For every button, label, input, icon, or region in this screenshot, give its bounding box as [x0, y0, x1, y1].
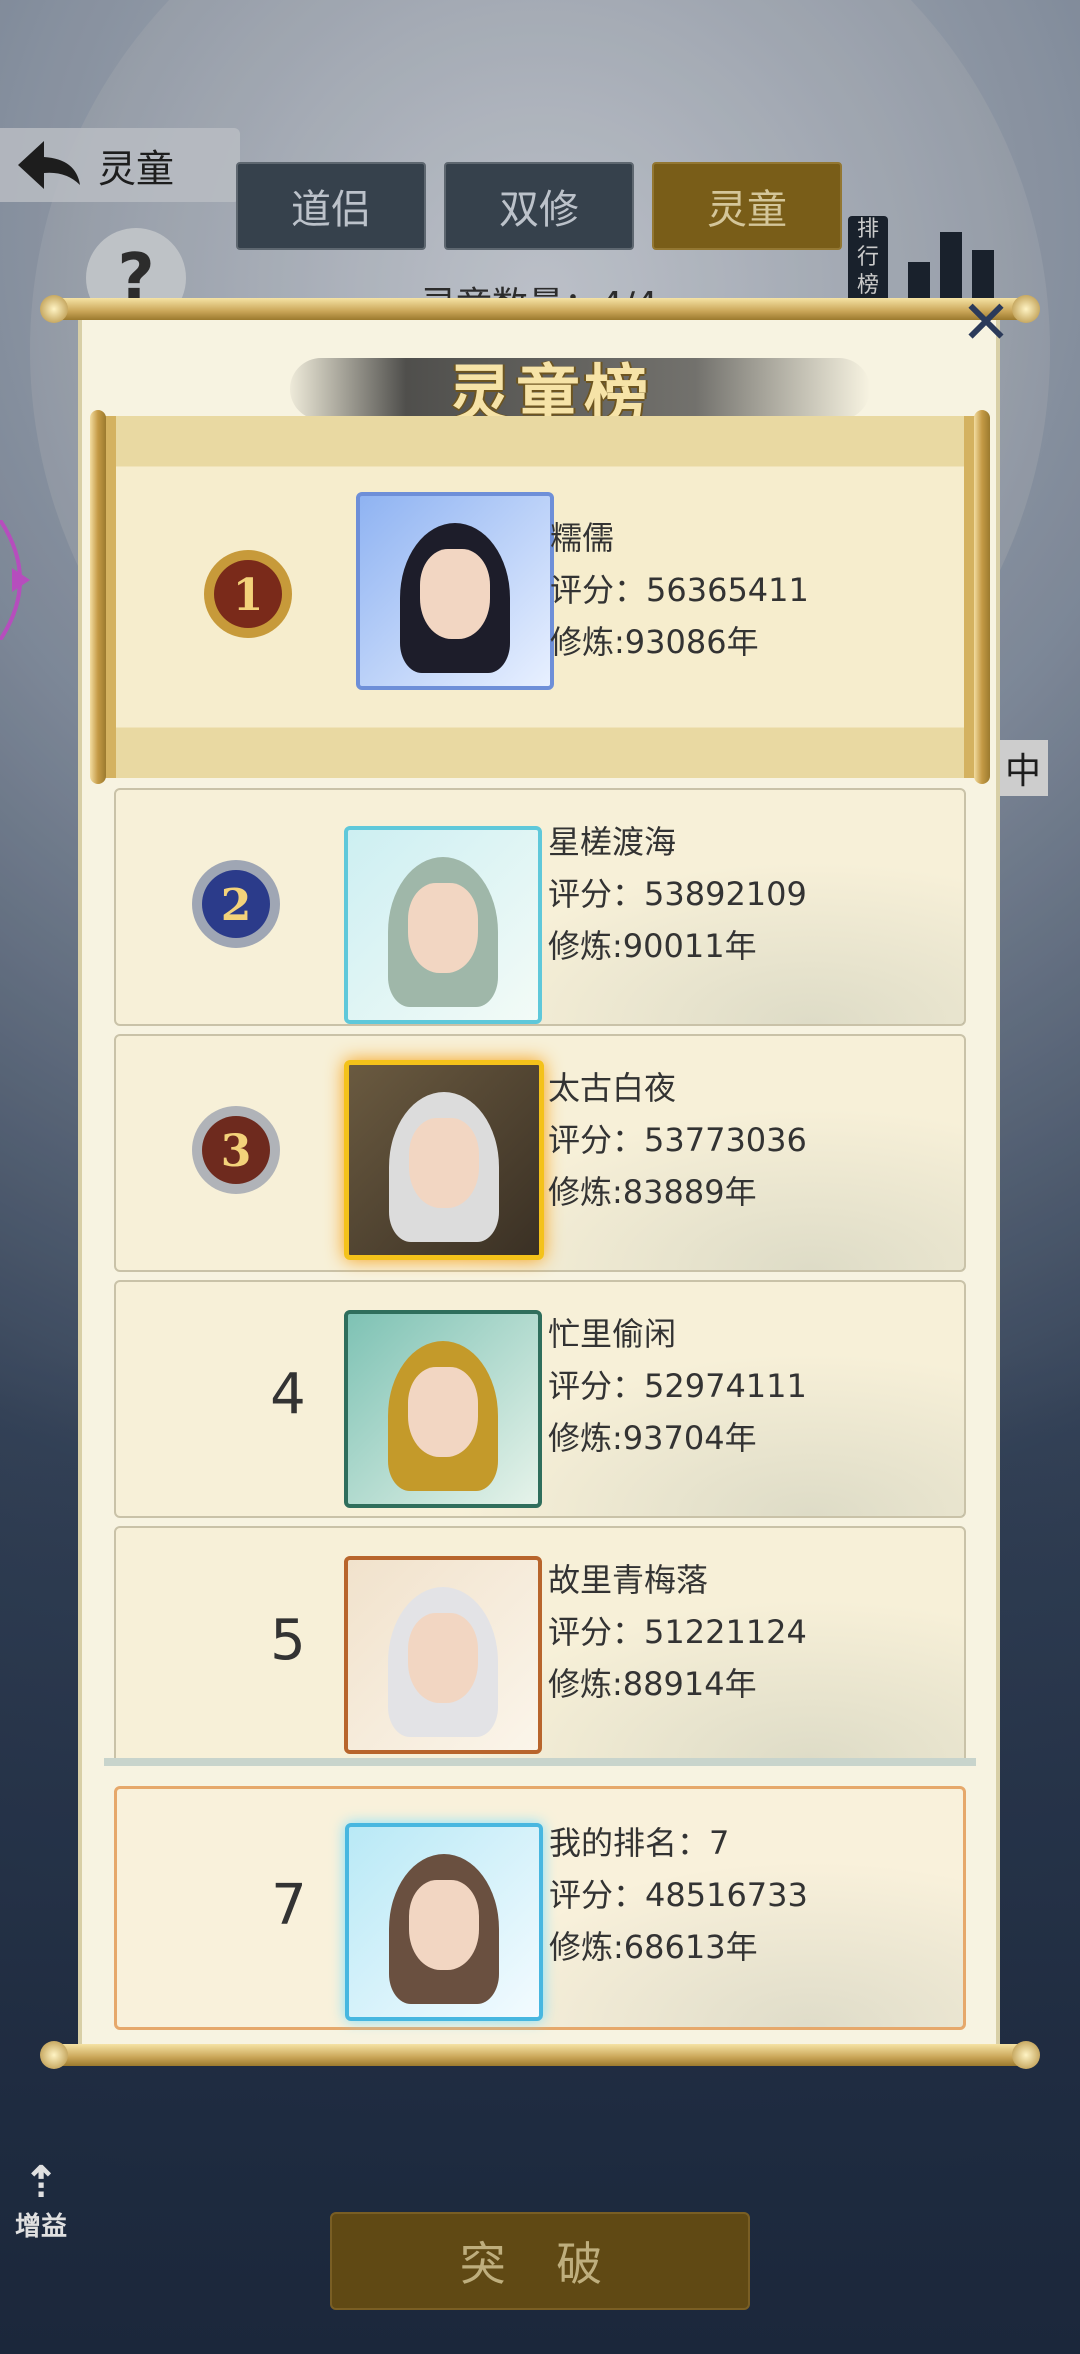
rank-number: 5	[270, 1608, 306, 1673]
player-avatar[interactable]	[344, 1556, 542, 1754]
avatar-face	[420, 549, 490, 640]
avatar-face	[409, 1118, 479, 1209]
player-avatar[interactable]	[356, 492, 554, 690]
player-avatar[interactable]	[344, 1310, 542, 1508]
player-cultivation: 修炼:93704年	[548, 1419, 757, 1457]
player-name: 忙里偷闲	[548, 1315, 677, 1353]
silver-blue-medal-icon: 2	[192, 860, 280, 948]
silver-red-medal-icon: 3	[192, 1106, 280, 1194]
player-cultivation: 修炼:90011年	[548, 927, 757, 965]
player-name: 星槎渡海	[548, 823, 677, 861]
player-cultivation: 修炼:93086年	[550, 623, 759, 661]
player-cultivation: 修炼:88914年	[548, 1665, 757, 1703]
scroll-rod-bottom	[44, 2044, 1036, 2066]
player-score: 评分：52974111	[548, 1367, 807, 1405]
my-ranking-entry[interactable]: 7 我的排名：7 评分：48516733 修炼:68613年	[114, 1786, 966, 2030]
player-cultivation: 修炼:83889年	[548, 1173, 757, 1211]
medal-number: 3	[221, 1126, 252, 1177]
ranking-entry[interactable]: 4 忙里偷闲 评分：52974111 修炼:93704年	[114, 1280, 966, 1518]
player-name: 故里青梅落	[548, 1561, 709, 1599]
rank-number: 4	[270, 1362, 306, 1427]
rod-knob	[40, 295, 68, 323]
my-rank-label: 我的排名：7	[549, 1824, 730, 1862]
avatar-face	[408, 1367, 478, 1458]
ranking-entry[interactable]: 5 故里青梅落 评分：51221124 修炼:88914年	[114, 1526, 966, 1764]
entry-info: 太古白夜 评分：53773036 修炼:83889年	[548, 1062, 807, 1218]
ranking-entry-first[interactable]: 1 糯儒 评分：56365411 修炼:93086年	[90, 410, 990, 784]
entry-info: 忙里偷闲 评分：52974111 修炼:93704年	[548, 1308, 807, 1464]
scroll-rod-right	[974, 410, 990, 784]
my-rank-number: 7	[271, 1873, 307, 1938]
ranking-entry[interactable]: 2 星槎渡海 评分：53892109 修炼:90011年	[114, 788, 966, 1026]
scroll-rod-left	[90, 410, 106, 784]
player-name: 糯儒	[550, 519, 615, 557]
avatar-face	[409, 1880, 479, 1971]
player-name: 太古白夜	[548, 1069, 677, 1107]
my-avatar[interactable]	[345, 1823, 543, 2021]
close-x-icon[interactable]: ✕	[954, 293, 1018, 353]
entry-info: 星槎渡海 评分：53892109 修炼:90011年	[548, 816, 807, 972]
entry-info: 糯儒 评分：56365411 修炼:93086年	[550, 512, 809, 668]
player-score: 评分：56365411	[550, 571, 809, 609]
rod-knob	[40, 2041, 68, 2069]
player-avatar[interactable]	[344, 826, 542, 1024]
avatar-face	[408, 883, 478, 974]
player-score: 评分：53892109	[548, 875, 807, 913]
gold-medal-icon: 1	[204, 550, 292, 638]
player-score: 评分：51221124	[548, 1613, 807, 1651]
scroll-rod-top	[44, 298, 1036, 320]
ranking-entry[interactable]: 3 太古白夜 评分：53773036 修炼:83889年	[114, 1034, 966, 1272]
my-score: 评分：48516733	[549, 1876, 808, 1914]
player-score: 评分：53773036	[548, 1121, 807, 1159]
medal-number: 1	[233, 570, 264, 621]
player-avatar[interactable]	[344, 1060, 544, 1260]
entry-info: 故里青梅落 评分：51221124 修炼:88914年	[548, 1554, 807, 1710]
my-cultivation: 修炼:68613年	[549, 1928, 758, 1966]
rod-knob	[1012, 2041, 1040, 2069]
my-info: 我的排名：7 评分：48516733 修炼:68613年	[549, 1817, 808, 1973]
avatar-face	[408, 1613, 478, 1704]
list-bottom-border	[104, 1758, 976, 1766]
medal-number: 2	[221, 880, 252, 931]
